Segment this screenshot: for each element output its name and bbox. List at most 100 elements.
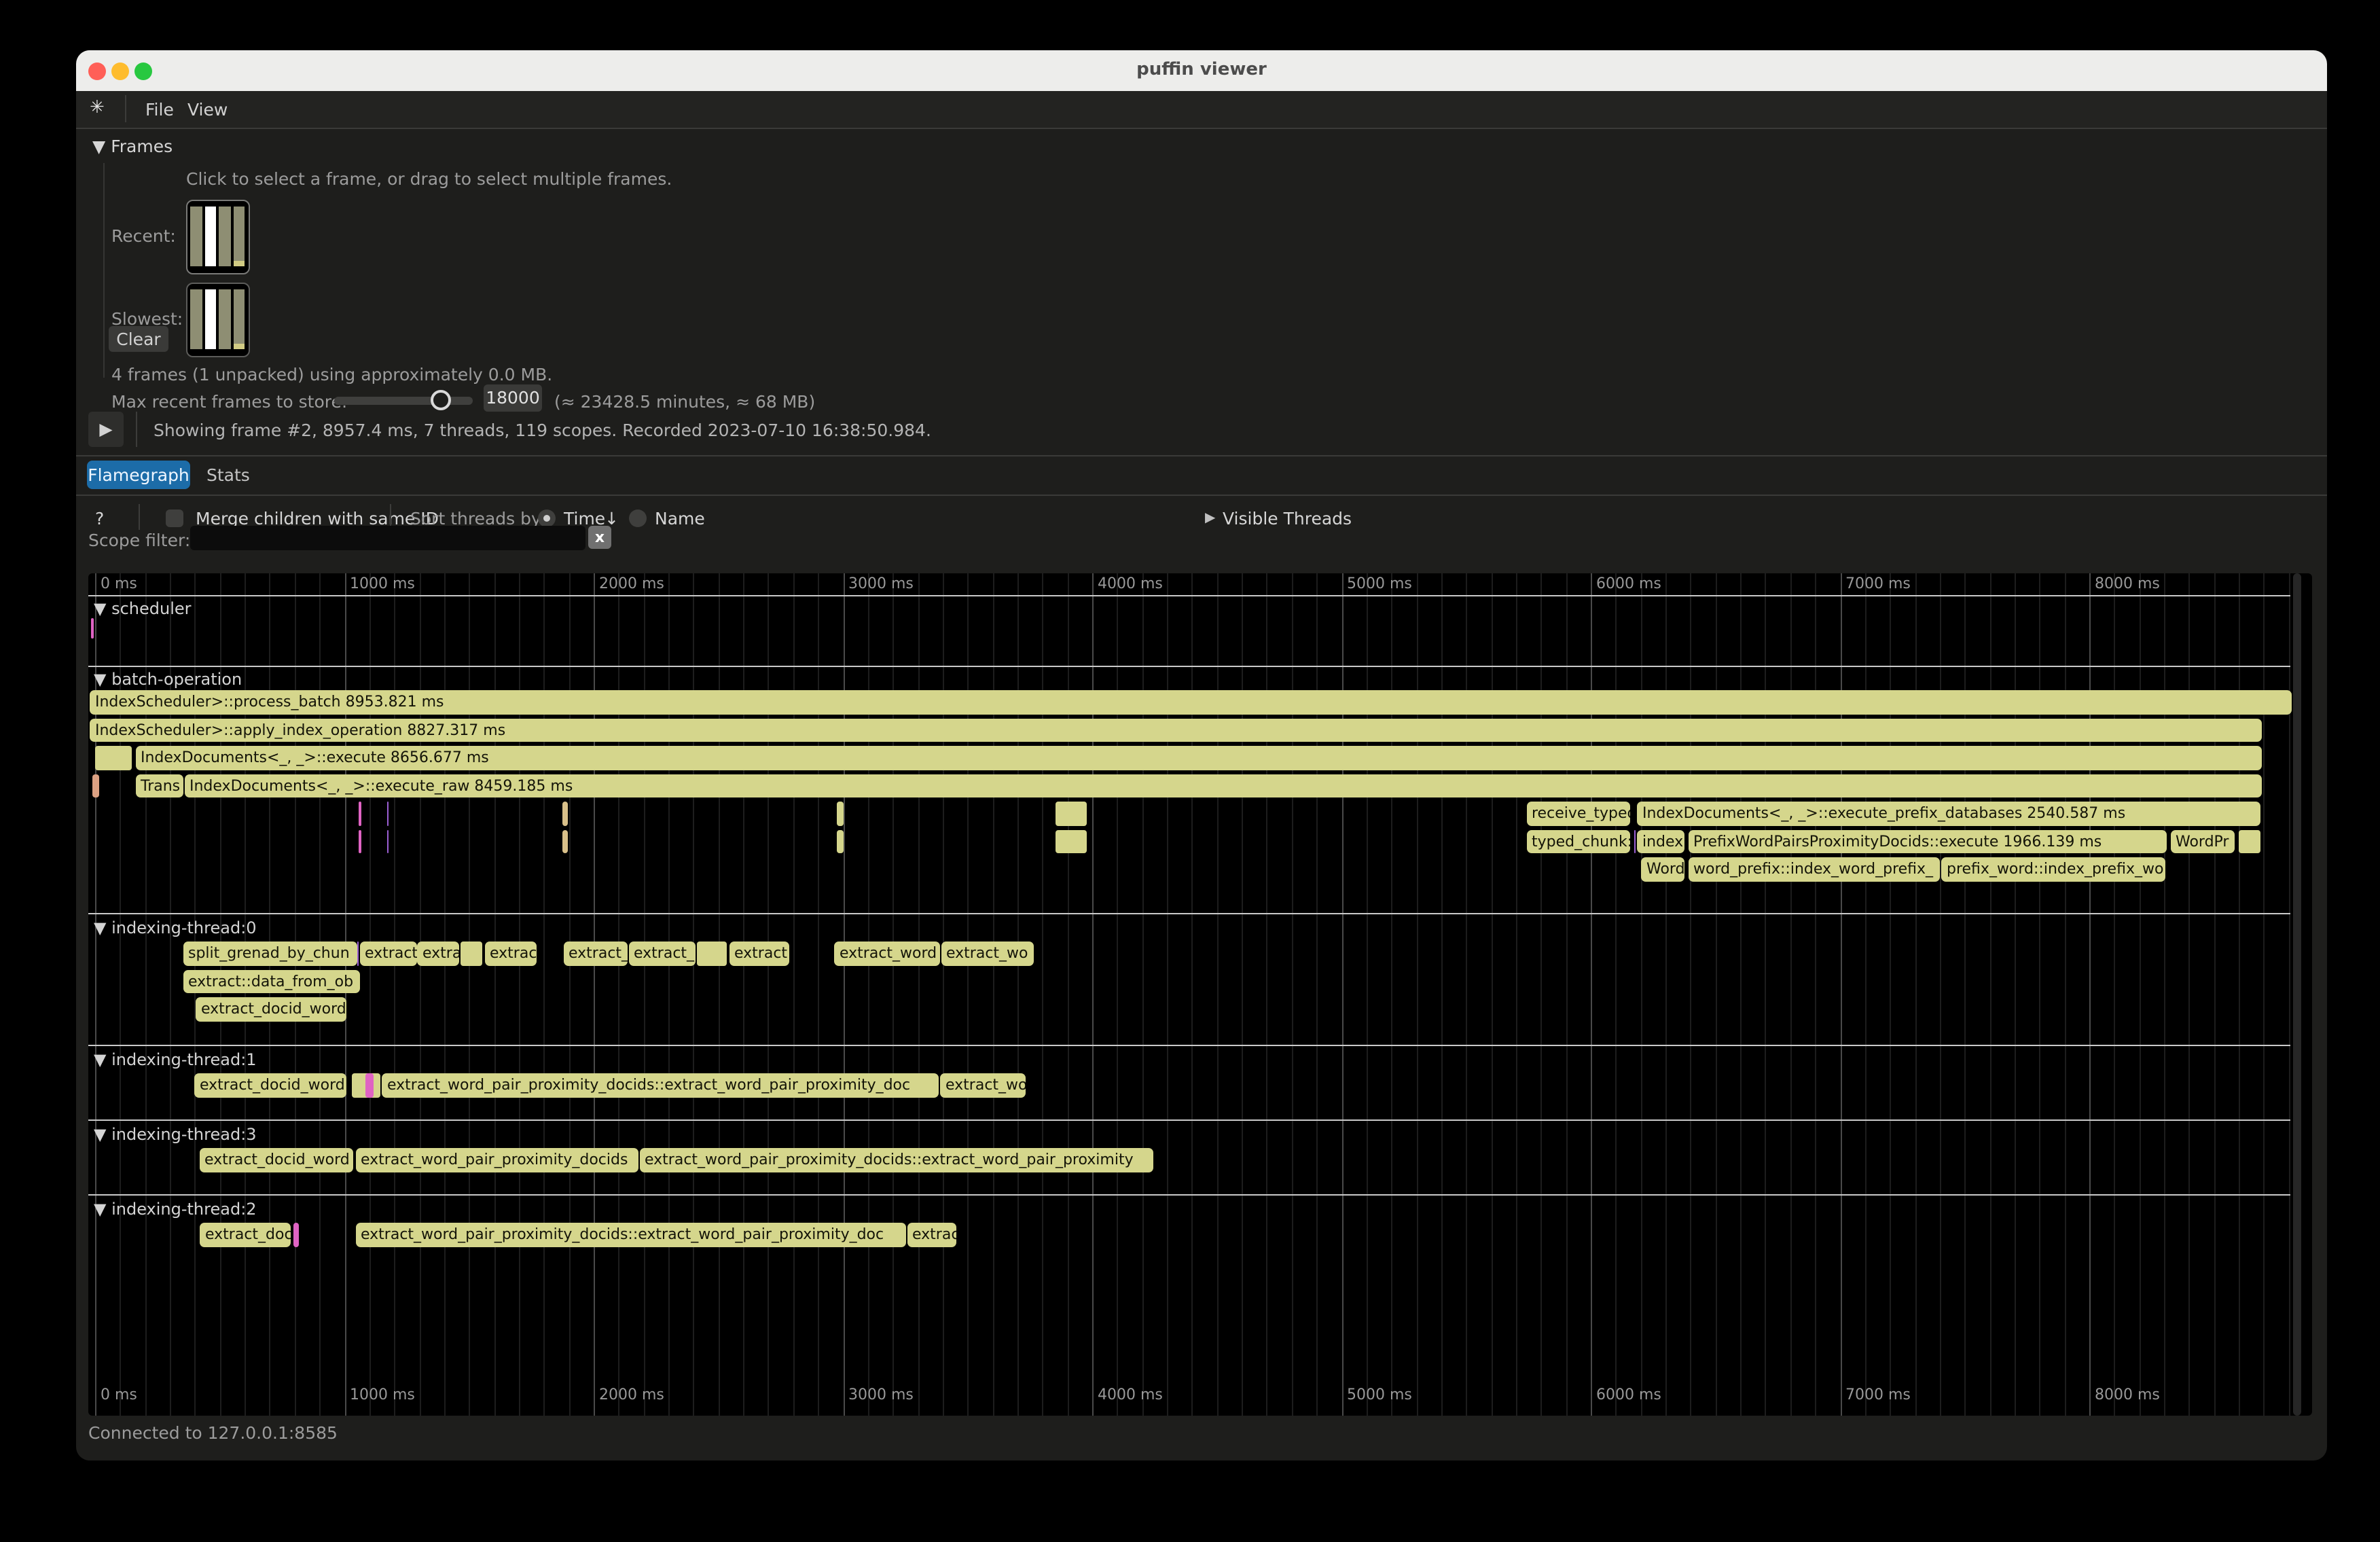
scope-bar[interactable]: extract_ [563, 942, 627, 965]
thread-header-indexing-thread-0[interactable]: ▼ indexing-thread:0 [94, 918, 257, 937]
play-button[interactable]: ▶ [88, 412, 124, 447]
scope-bar[interactable]: extra [417, 942, 459, 965]
scope-bar[interactable]: PrefixWordPairsProximityDocids::execute … [1688, 829, 2167, 853]
scope-bar[interactable]: prefix_word::index_prefix_wo [1941, 857, 2165, 881]
scope-bar[interactable] [358, 802, 361, 825]
slowest-frames-thumbnail[interactable] [186, 283, 250, 357]
frame-bar-tip [233, 261, 245, 266]
scope-bar[interactable]: extract::data_from_ob [183, 969, 359, 993]
axis-tick-label: 6000 ms [1596, 1386, 1661, 1403]
menu-view[interactable]: View [187, 99, 228, 120]
recent-frames-thumbnail[interactable] [186, 200, 250, 274]
clear-button[interactable]: Clear [109, 326, 168, 352]
scope-bar[interactable] [357, 942, 359, 965]
scope-bar[interactable]: extract_doc [200, 1223, 291, 1247]
sort-name-label[interactable]: Name [655, 508, 705, 528]
frame-bar[interactable] [219, 289, 230, 349]
scope-bar[interactable]: extract_wo [940, 1073, 1026, 1097]
axis-tick-label: 4000 ms [1098, 575, 1163, 592]
max-frames-slider-knob[interactable] [431, 390, 451, 410]
frames-section-header[interactable]: ▼ Frames [92, 136, 173, 156]
scope-bar[interactable]: extract_word_pair_proximity_docids::extr… [382, 1073, 938, 1097]
scope-bar[interactable] [90, 618, 93, 639]
tab-flamegraph[interactable]: Flamegraph [87, 461, 190, 489]
scope-bar[interactable]: extract_docid_word [199, 1148, 353, 1172]
frame-bar[interactable] [233, 207, 245, 266]
scope-bar[interactable]: extrac [907, 1223, 956, 1247]
help-button[interactable]: ? [95, 508, 104, 528]
scope-bar[interactable]: IndexDocuments<_, _>::execute 8656.677 m… [135, 746, 2262, 770]
scope-bar[interactable]: extrac [484, 942, 536, 965]
frame-bar[interactable] [190, 289, 202, 349]
scope-bar[interactable] [562, 802, 568, 825]
scope-bar[interactable]: Word [1641, 857, 1684, 881]
scope-filter-input[interactable] [190, 526, 585, 550]
sort-name-radio[interactable] [629, 509, 647, 527]
tabs-top-separator [76, 455, 2327, 456]
window-title: puffin viewer [76, 60, 2327, 80]
thread-header-indexing-thread-3[interactable]: ▼ indexing-thread:3 [94, 1125, 257, 1144]
scope-bar[interactable]: extract_docid_word [196, 997, 346, 1021]
scope-bar[interactable]: extract_wo [941, 942, 1033, 965]
scope-bar[interactable] [2238, 829, 2260, 853]
tab-stats[interactable]: Stats [206, 465, 250, 485]
scope-bar[interactable] [365, 1073, 373, 1097]
scope-bar[interactable] [562, 829, 568, 853]
scope-bar[interactable]: typed_chunk::w [1526, 829, 1630, 853]
flamegraph-canvas[interactable]: 0 ms0 ms1000 ms1000 ms2000 ms2000 ms3000… [88, 573, 2312, 1416]
scope-bar[interactable]: IndexScheduler>::apply_index_operation 8… [90, 718, 2262, 742]
visible-threads-arrow-icon[interactable]: ▶ [1205, 511, 1215, 526]
thread-header-indexing-thread-1[interactable]: ▼ indexing-thread:1 [94, 1050, 257, 1069]
scope-bar[interactable]: WordPr [2170, 829, 2235, 853]
scope-bar[interactable]: extract_word_pair_proximity_docids::extr… [355, 1223, 905, 1247]
scope-bar[interactable] [358, 829, 361, 853]
flamegraph-scrollbar[interactable] [2293, 573, 2301, 1416]
scope-bar[interactable]: IndexDocuments<_, _>::execute_raw 8459.1… [184, 774, 2262, 797]
menu-separator [125, 95, 126, 122]
scope-bar[interactable] [1634, 829, 1636, 853]
menu-file[interactable]: File [145, 99, 174, 120]
scope-bar[interactable]: extract [729, 942, 789, 965]
scope-bar[interactable] [836, 802, 843, 825]
scope-bar[interactable]: extract [359, 942, 416, 965]
scope-bar[interactable]: extract_docid_word [194, 1073, 346, 1097]
scope-bar[interactable] [460, 942, 482, 965]
scope-bar[interactable]: extract_word [834, 942, 939, 965]
scope-bar[interactable] [1055, 802, 1087, 825]
axis-tick-label: 1000 ms [350, 1386, 415, 1403]
frame-bar[interactable] [219, 207, 230, 266]
thread-header-batch-operation[interactable]: ▼ batch-operation [94, 670, 242, 689]
app-flower-icon[interactable]: ✳ [90, 98, 105, 118]
scope-bar[interactable]: IndexDocuments<_, _>::execute_prefix_dat… [1637, 802, 2260, 825]
scope-bar[interactable]: Trans [135, 774, 183, 797]
frame-bar[interactable] [204, 289, 216, 349]
scope-bar[interactable] [94, 746, 131, 770]
scope-bar[interactable] [386, 829, 389, 853]
scope-bar[interactable] [386, 802, 389, 825]
thread-header-scheduler[interactable]: ▼ scheduler [94, 599, 192, 618]
frame-bar[interactable] [233, 289, 245, 349]
scope-bar[interactable]: split_grenad_by_chun [183, 942, 357, 965]
frame-bar[interactable] [190, 207, 202, 266]
axis-tick-label: 7000 ms [1845, 575, 1911, 592]
scope-bar[interactable]: IndexScheduler>::process_batch 8953.821 … [90, 690, 2292, 714]
scope-bar[interactable]: word_prefix::index_word_prefix_ [1688, 857, 1939, 881]
clear-filter-button[interactable]: x [588, 526, 611, 549]
scope-bar[interactable]: receive_typed_ [1526, 802, 1630, 825]
scope-bar[interactable] [293, 1223, 298, 1247]
scope-bar[interactable] [836, 829, 843, 853]
thread-header-indexing-thread-2[interactable]: ▼ indexing-thread:2 [94, 1200, 257, 1219]
sort-time-radio[interactable] [538, 509, 556, 527]
scope-bar[interactable]: extract_ [628, 942, 695, 965]
scope-bar[interactable] [1055, 829, 1087, 853]
scope-bar[interactable] [697, 942, 726, 965]
scope-bar[interactable]: index [1637, 829, 1684, 853]
merge-children-checkbox[interactable] [166, 509, 183, 527]
max-frames-value[interactable]: 18000 [484, 384, 542, 412]
scope-bar[interactable]: extract_word_pair_proximity_docids [355, 1148, 638, 1172]
frame-bar[interactable] [204, 207, 216, 266]
max-frames-slider[interactable] [334, 397, 473, 405]
visible-threads-header[interactable]: Visible Threads [1223, 508, 1352, 528]
scope-bar[interactable] [92, 774, 98, 797]
scope-bar[interactable]: extract_word_pair_proximity_docids::extr… [639, 1148, 1153, 1172]
